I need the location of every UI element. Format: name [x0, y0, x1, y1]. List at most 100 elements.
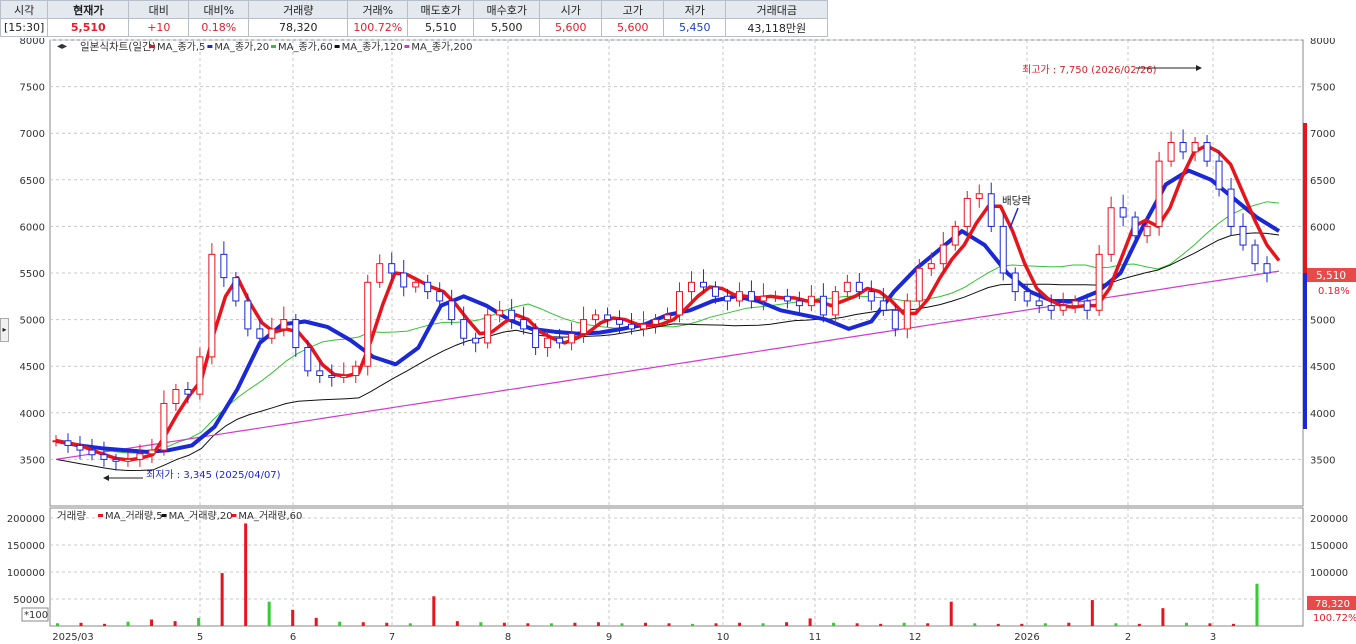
- legend-label: MA_거래량,5: [105, 510, 163, 522]
- range-bar-up: [1303, 123, 1307, 273]
- hdr-change-pct: 대비%: [188, 0, 250, 19]
- candle-body: [1023, 291, 1031, 302]
- price-panel-title: 일본식차트(일간): [80, 40, 156, 53]
- volume-scale-note: *100: [24, 610, 48, 621]
- candle-body: [652, 319, 660, 325]
- val-volume: 78,320: [248, 18, 349, 37]
- candle-body: [436, 291, 444, 302]
- volume-tick-right: 150000: [1310, 541, 1348, 552]
- volume-bar: [220, 573, 224, 626]
- x-tick-label: 9: [606, 632, 612, 643]
- volume-bar: [291, 609, 295, 626]
- volume-bar: [926, 623, 930, 626]
- candle-body: [1155, 160, 1163, 227]
- candle-body: [999, 225, 1007, 274]
- price-tick-left: 3500: [20, 455, 45, 466]
- volume-bar: [667, 623, 671, 626]
- candle-body: [628, 323, 636, 330]
- candle-body: [687, 281, 695, 293]
- candle-body: [747, 291, 755, 302]
- hdr-time: 시각: [0, 0, 49, 19]
- candle-body: [328, 375, 336, 378]
- val-current-price: 5,510: [47, 18, 130, 37]
- volume-bar: [1114, 623, 1118, 626]
- candle-body: [1251, 244, 1259, 265]
- volume-tick-right: 200000: [1310, 514, 1348, 525]
- volume-bar: [126, 621, 130, 626]
- candle-body: [1047, 305, 1055, 311]
- candle-body: [1263, 263, 1271, 274]
- candle-body: [256, 328, 264, 339]
- val-low: 5,450: [663, 18, 727, 37]
- volume-bar: [1231, 623, 1235, 626]
- candle-body: [568, 333, 576, 344]
- price-tick-left: 7500: [20, 83, 45, 94]
- volume-bar: [902, 622, 906, 626]
- price-tick-right: 3500: [1310, 455, 1335, 466]
- legend-label: MA_종가,120: [342, 41, 403, 53]
- x-tick-label: 12: [909, 632, 922, 643]
- volume-bar: [103, 623, 107, 626]
- x-axis-ticks: 2025/03 5 6 7 8 9 10 11 12 2026 2 3: [52, 632, 1216, 643]
- candle-body: [1191, 142, 1199, 153]
- candle-body: [304, 347, 312, 372]
- volume-bar: [1043, 623, 1047, 626]
- candle-body: [544, 337, 552, 349]
- hdr-current-price: 현재가: [47, 0, 130, 19]
- volume-bar: [1067, 622, 1071, 626]
- price-tick-right: 6000: [1310, 222, 1335, 233]
- candle-body: [783, 295, 791, 302]
- volume-bar: [855, 623, 859, 626]
- volume-bar: [738, 622, 742, 626]
- val-change: +10: [128, 18, 190, 37]
- volume-bar: [973, 623, 977, 626]
- candle-body: [400, 272, 408, 288]
- candle-body: [1011, 272, 1019, 293]
- volume-bar: [197, 617, 201, 626]
- candle-body: [604, 314, 612, 321]
- price-tick-left: 4000: [20, 409, 45, 420]
- volume-bar: [479, 622, 483, 626]
- candle-body: [735, 291, 743, 302]
- price-tick-left: 5500: [20, 269, 45, 280]
- candle-body: [148, 449, 156, 455]
- candle-body: [1179, 142, 1187, 153]
- candle-body: [352, 365, 360, 377]
- volume-bar: [502, 622, 506, 626]
- candle-body: [927, 263, 935, 269]
- quote-header-row: 시각 현재가 대비 대비% 거래량 거래% 매도호가 매수호가 시가 고가 저가…: [0, 0, 829, 19]
- legend-swatch: [404, 45, 410, 48]
- candle-body: [1035, 300, 1043, 307]
- val-volume-pct: 100.72%: [347, 18, 409, 37]
- candle-body: [1215, 160, 1223, 190]
- candle-body: [448, 300, 456, 321]
- hdr-volume-pct: 거래%: [347, 0, 409, 19]
- candle-body: [616, 319, 624, 325]
- ex-dividend-label: 배당락: [1002, 195, 1031, 207]
- val-high: 5,600: [601, 18, 665, 37]
- legend-swatch: [207, 45, 213, 48]
- volume-bar: [808, 618, 812, 626]
- candle-body: [855, 281, 863, 293]
- candle-body: [88, 449, 96, 456]
- candle-body: [759, 295, 767, 302]
- legend-label: MA_종가,5: [157, 41, 205, 53]
- volume-bar: [1090, 600, 1094, 626]
- volume-bar: [338, 621, 342, 626]
- price-tick-right: 4000: [1310, 409, 1335, 420]
- volume-bar: [150, 619, 154, 626]
- volume-bar: [1020, 623, 1024, 626]
- legend-swatch: [231, 514, 237, 517]
- candle-body: [807, 295, 815, 307]
- candle-body: [340, 375, 348, 378]
- side-collapse-tab[interactable]: ▸: [0, 318, 9, 342]
- volume-bar: [1208, 623, 1212, 626]
- price-volume-chart[interactable]: 8000 8000 7500 7500 7000 7000 6500 6500 6000 6000…: [0, 38, 1356, 644]
- arrow-icon[interactable]: ◂▸: [57, 41, 67, 52]
- candle-body: [460, 319, 468, 339]
- hdr-open: 시가: [539, 0, 603, 19]
- price-tick-right: 4500: [1310, 362, 1335, 373]
- candle-body: [1059, 305, 1067, 311]
- x-tick-label: 2026: [1014, 632, 1039, 643]
- candle-body: [879, 300, 887, 311]
